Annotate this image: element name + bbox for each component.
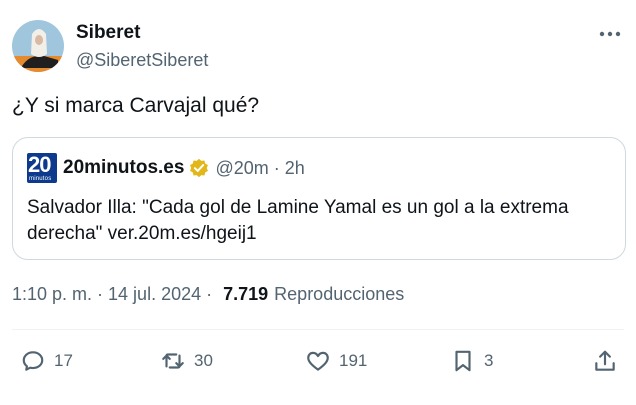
quoted-source-name: 20minutos.es <box>63 157 185 178</box>
reply-button[interactable]: 17 <box>20 346 73 376</box>
quoted-tweet-header: 20 minutos 20minutos.es @20m · 2h <box>27 153 305 183</box>
tweet-meta: 1:10 p. m. · 14 jul. 2024 · 7.719 Reprod… <box>12 284 404 305</box>
action-bar: 17 30 191 3 <box>0 346 636 376</box>
quoted-source-handle: @20m <box>215 157 269 178</box>
logo-sub: minutos <box>29 176 52 182</box>
author-handle[interactable]: @SiberetSiberet <box>76 49 208 71</box>
verified-icon <box>189 158 209 178</box>
reply-icon <box>22 351 44 371</box>
quoted-tweet[interactable]: 20 minutos 20minutos.es @20m · 2h Salvad… <box>12 137 626 260</box>
quoted-tweet-text: Salvador Illa: "Cada gol de Lamine Yamal… <box>27 197 569 244</box>
views-label: Reproducciones <box>274 284 405 304</box>
reply-count: 17 <box>54 351 73 370</box>
like-count: 191 <box>339 351 368 370</box>
meta-dot: · <box>206 284 213 304</box>
like-icon <box>307 351 329 371</box>
bookmark-icon <box>455 350 471 372</box>
bookmark-button[interactable]: 3 <box>450 346 493 376</box>
logo-number: 20 <box>28 153 52 177</box>
repost-button[interactable]: 30 <box>160 346 213 376</box>
more-button[interactable] <box>596 24 624 44</box>
timestamp[interactable]: 1:10 p. m. · 14 jul. 2024 <box>12 284 201 305</box>
tweet-text: ¿Y si marca Carvajal qué? <box>12 94 260 117</box>
source-logo: 20 minutos <box>27 153 57 183</box>
author-name[interactable]: Siberet <box>76 22 208 44</box>
avatar[interactable] <box>12 20 64 72</box>
repost-icon <box>162 353 184 369</box>
like-button[interactable]: 191 <box>305 346 367 376</box>
author-block: Siberet @SiberetSiberet <box>76 22 208 71</box>
share-icon <box>595 350 615 371</box>
quoted-time: 2h <box>284 157 305 178</box>
views-count: 7.719 <box>223 284 269 304</box>
separator-dot: · <box>273 157 280 178</box>
more-icon <box>599 31 621 37</box>
share-button[interactable] <box>592 346 618 376</box>
bookmark-count: 3 <box>484 351 494 370</box>
repost-count: 30 <box>194 351 213 370</box>
divider <box>12 329 624 330</box>
